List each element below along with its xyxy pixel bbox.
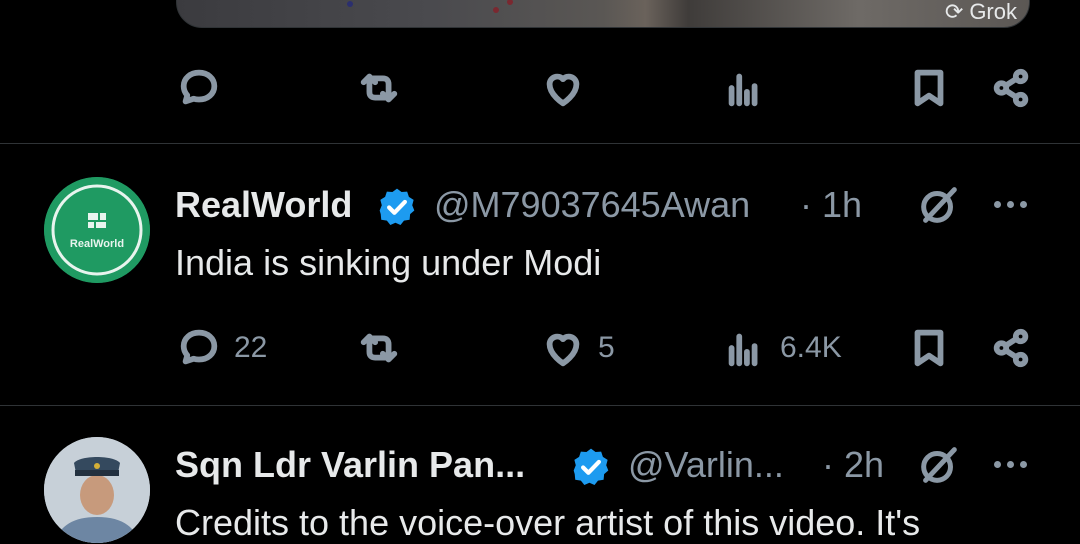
views-button[interactable]: 6.4K <box>722 328 842 368</box>
reply-button[interactable] <box>176 68 222 108</box>
heart-icon <box>546 73 580 107</box>
tweet-text: Credits to the voice-over artist of this… <box>175 502 921 543</box>
more-options-icon[interactable] <box>990 184 1030 224</box>
verified-badge-icon <box>573 448 609 486</box>
tweet-text: India is sinking under Modi <box>175 242 602 283</box>
avatar[interactable]: RealWorld <box>44 177 150 283</box>
view-count: 6.4K <box>780 331 842 364</box>
grok-icon[interactable] <box>916 182 962 228</box>
bookmark-icon <box>914 329 944 367</box>
media-detail <box>347 1 353 7</box>
bookmark-button[interactable] <box>906 68 952 108</box>
views-icon <box>728 73 758 107</box>
reply-count: 22 <box>234 331 268 364</box>
like-button[interactable] <box>540 68 586 108</box>
bookmark-icon <box>914 69 944 107</box>
handle[interactable]: @Varlin... <box>628 444 784 486</box>
display-name[interactable]: Sqn Ldr Varlin Pan... <box>175 444 525 486</box>
retweet-icon <box>360 73 398 103</box>
like-button[interactable]: 5 <box>540 328 615 368</box>
timestamp[interactable]: · 2h <box>822 444 884 486</box>
like-count: 5 <box>598 331 615 364</box>
media-detail <box>493 7 499 13</box>
tweet-divider <box>0 405 1080 406</box>
reply-icon <box>180 69 218 105</box>
realworld-logo-icon: RealWorld <box>44 177 150 283</box>
avatar-label: RealWorld <box>70 238 124 250</box>
handle[interactable]: @M79037645Awan <box>434 184 750 226</box>
views-button[interactable] <box>722 68 768 108</box>
tweet-action-bar: 22 5 6.4K <box>176 328 1036 368</box>
grok-label: Grok <box>969 0 1017 24</box>
tweet-action-bar <box>176 68 1036 108</box>
verified-badge-icon <box>379 188 415 226</box>
heart-icon <box>546 333 580 367</box>
share-icon <box>993 328 1029 368</box>
share-button[interactable] <box>988 68 1034 108</box>
retweet-icon <box>360 333 398 363</box>
display-name[interactable]: RealWorld <box>175 184 352 226</box>
timestamp[interactable]: · 1h <box>800 184 862 226</box>
retweet-button[interactable] <box>356 68 402 108</box>
share-button[interactable] <box>988 328 1034 368</box>
avatar[interactable] <box>44 437 150 543</box>
more-options-icon[interactable] <box>990 444 1030 484</box>
bookmark-button[interactable] <box>906 328 952 368</box>
grok-badge[interactable]: ⟳ Grok <box>945 0 1017 25</box>
tweet-media[interactable]: ⟳ Grok <box>176 0 1030 28</box>
grok-icon[interactable] <box>916 442 962 488</box>
retweet-button[interactable] <box>356 328 402 368</box>
share-icon <box>993 68 1029 108</box>
views-icon <box>728 333 758 367</box>
profile-photo-icon <box>44 437 150 543</box>
tweet-divider <box>0 143 1080 144</box>
grok-icon: ⟳ <box>944 0 964 24</box>
reply-button[interactable]: 22 <box>176 328 267 368</box>
media-detail <box>507 0 513 5</box>
reply-icon <box>180 329 218 365</box>
